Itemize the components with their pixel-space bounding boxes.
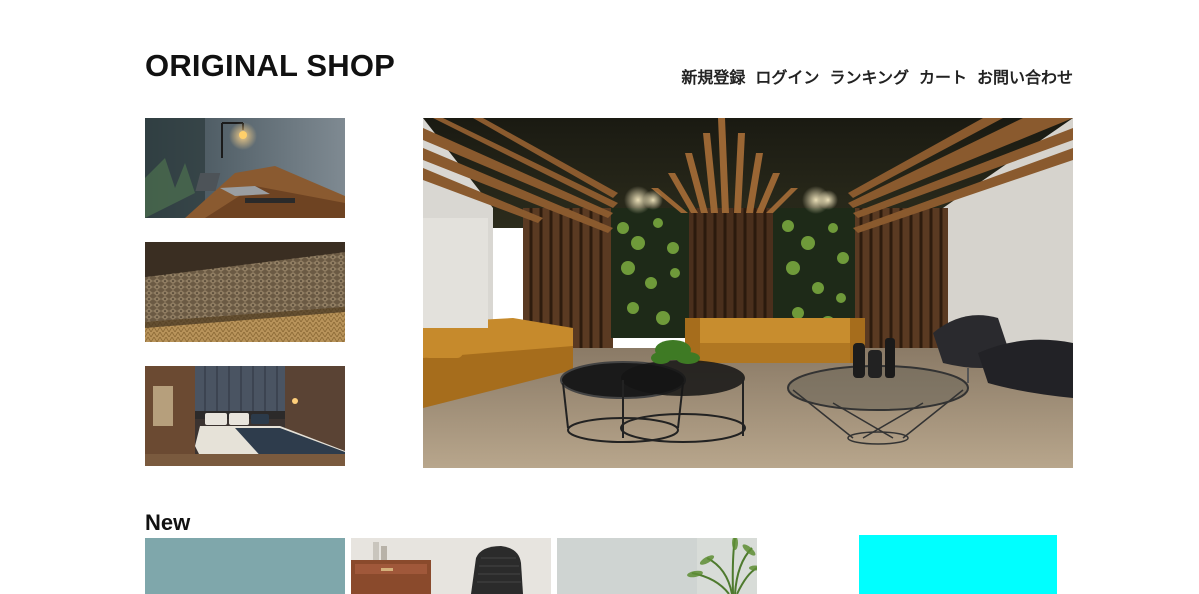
hero-image xyxy=(423,118,1073,468)
new-item-plant[interactable] xyxy=(557,538,757,594)
new-item-chair-cabinet[interactable] xyxy=(351,538,551,594)
nav-contact-link[interactable]: お問い合わせ xyxy=(977,64,1073,88)
page: ORIGINAL SHOP 新規登録 ログイン ランキング カート お問い合わせ xyxy=(0,0,1199,594)
thumbnail-rug-texture[interactable] xyxy=(145,242,345,342)
new-item-teal[interactable] xyxy=(145,538,345,594)
nav-login-link[interactable]: ログイン xyxy=(755,64,819,88)
thumbnail-desk-lamp[interactable] xyxy=(145,118,345,218)
nav-signup-link[interactable]: 新規登録 xyxy=(681,64,745,88)
new-item-cyan[interactable] xyxy=(859,535,1057,594)
new-section-title: New xyxy=(145,510,191,535)
nav-cart-link[interactable]: カート xyxy=(919,64,967,88)
nav-ranking-link[interactable]: ランキング xyxy=(829,64,909,88)
header-nav: 新規登録 ログイン ランキング カート お問い合わせ xyxy=(681,64,1073,88)
site-logo[interactable]: ORIGINAL SHOP xyxy=(145,48,395,84)
thumbnail-bedroom[interactable] xyxy=(145,366,345,466)
